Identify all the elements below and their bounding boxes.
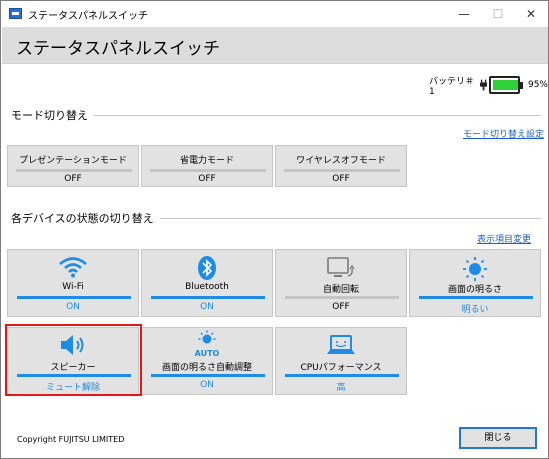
plug-icon [480, 79, 488, 91]
tile-status: OFF [64, 174, 82, 184]
tile-status: OFF [198, 174, 216, 184]
tile-status: 明るい [461, 305, 489, 315]
tile-status: OFF [332, 174, 350, 184]
tile-brightness[interactable]: 画面の明るさ 明るい [409, 249, 541, 317]
tile-status: ON [200, 302, 214, 312]
status-bar [16, 169, 132, 172]
rotate-icon [327, 257, 355, 277]
tile-auto-brightness[interactable]: AUTO 画面の明るさ自動調整 ON [141, 327, 273, 395]
window-title: ステータスパネルスイッチ [28, 11, 148, 22]
mode-section-header: モード切り替え [11, 107, 541, 123]
close-window-button[interactable]: ✕ [514, 1, 548, 27]
copyright-text: Copyright FUJITSU LIMITED [17, 435, 125, 444]
app-window: ステータスパネルスイッチ — ☐ ✕ ステータスパネルスイッチ バッテリ＃1 9… [0, 0, 549, 459]
tile-wifi[interactable]: Wi-Fi ON [7, 249, 139, 317]
maximize-button[interactable]: ☐ [481, 1, 515, 27]
tile-label: 省電力モード [179, 156, 234, 166]
section-divider [94, 114, 541, 116]
cpu-performance-icon [327, 335, 355, 354]
battery-percent: 95% [527, 80, 548, 90]
section-divider [159, 217, 541, 219]
tile-auto-rotate[interactable]: 自動回転 OFF [275, 249, 407, 317]
status-bar [285, 296, 399, 299]
tile-power-saving-mode[interactable]: 省電力モード OFF [141, 145, 273, 187]
device-section-title: 各デバイスの状態の切り替え [11, 212, 154, 225]
status-bar [284, 169, 400, 172]
mode-section-title: モード切り替え [11, 109, 88, 122]
page-title: ステータスパネルスイッチ [16, 39, 220, 59]
status-bar [150, 169, 266, 172]
tile-status: OFF [332, 302, 350, 312]
tile-status: ON [200, 380, 214, 390]
bluetooth-icon [198, 256, 216, 280]
tile-status: 高 [336, 383, 346, 393]
battery-label: バッテリ＃1 [429, 76, 475, 97]
tile-label: Bluetooth [185, 282, 229, 292]
tile-label: 画面の明るさ自動調整 [161, 363, 252, 373]
brightness-icon [463, 257, 487, 281]
battery-icon [489, 76, 523, 94]
svg-text:AUTO: AUTO [195, 349, 220, 358]
status-bar [151, 374, 265, 377]
tile-status: ON [66, 302, 80, 312]
tile-label: CPUパフォーマンス [300, 363, 382, 373]
app-icon [9, 8, 22, 19]
tile-label: 画面の明るさ [447, 285, 502, 295]
header-band: ステータスパネルスイッチ [2, 27, 548, 64]
minimize-button[interactable]: — [447, 1, 481, 27]
status-bar [151, 296, 265, 299]
battery-fill [493, 80, 519, 90]
tile-label: ワイヤレスオフモード [296, 156, 386, 166]
speaker-highlight-frame [5, 324, 142, 396]
status-bar [285, 374, 399, 377]
tile-label: 自動回転 [322, 285, 359, 295]
mode-settings-link[interactable]: モード切り替え設定 [463, 127, 544, 140]
wifi-icon [59, 257, 87, 278]
title-bar: ステータスパネルスイッチ — ☐ ✕ [1, 1, 548, 27]
tile-cpu-performance[interactable]: CPUパフォーマンス 高 [275, 327, 407, 395]
auto-brightness-icon: AUTO [195, 330, 220, 358]
status-bar [419, 296, 533, 299]
battery-status: バッテリ＃1 95% [429, 75, 548, 97]
tile-label: Wi-Fi [62, 282, 84, 292]
tile-wireless-off-mode[interactable]: ワイヤレスオフモード OFF [275, 145, 407, 187]
tile-label: プレゼンテーションモード [19, 156, 127, 166]
tile-bluetooth[interactable]: Bluetooth ON [141, 249, 273, 317]
display-items-link[interactable]: 表示項目変更 [477, 232, 531, 245]
close-button[interactable]: 閉じる [459, 427, 537, 449]
tile-presentation-mode[interactable]: プレゼンテーションモード OFF [7, 145, 139, 187]
device-section-header: 各デバイスの状態の切り替え [11, 210, 541, 226]
status-bar [17, 296, 131, 299]
